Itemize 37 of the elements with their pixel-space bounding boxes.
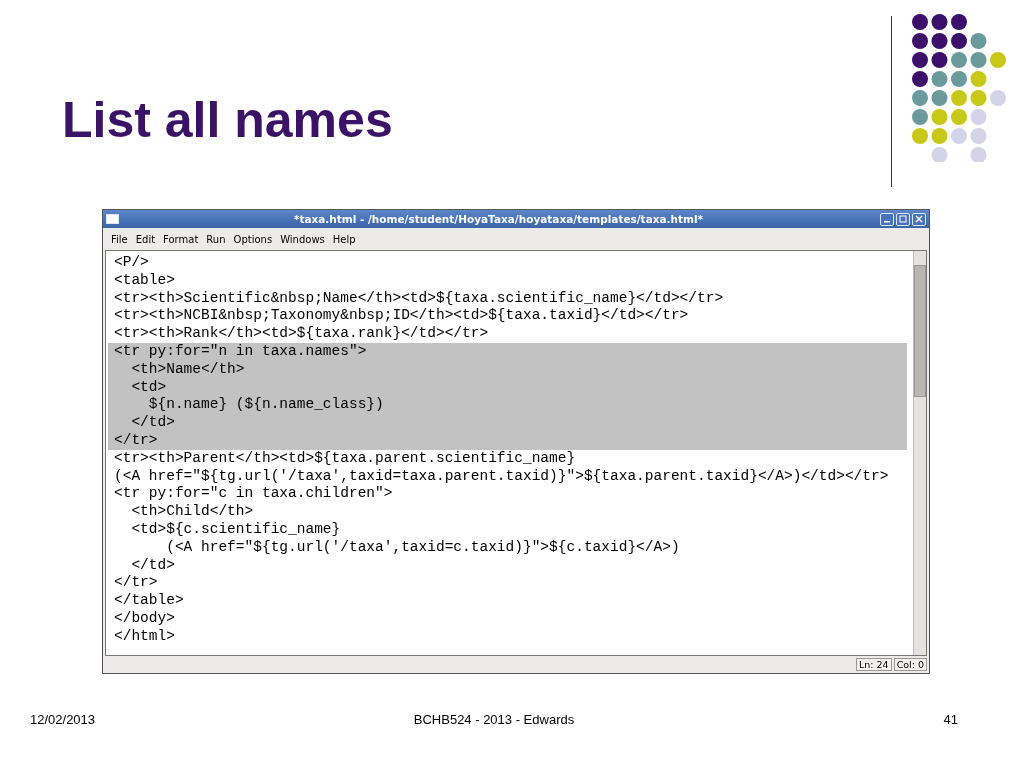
- maximize-button[interactable]: [896, 212, 910, 226]
- code-line: </table>: [113, 592, 185, 610]
- code-line: <tr><th>Parent</th><td>${taxa.parent.scientific_name}: [113, 449, 577, 468]
- code-line: <tr py:for="c in taxa.children">: [113, 485, 394, 504]
- code-line: <th>Child</th>: [130, 503, 255, 521]
- slide-title: List all names: [62, 91, 394, 150]
- close-button[interactable]: [912, 212, 926, 226]
- menu-item[interactable]: Edit: [131, 233, 160, 245]
- menu-item[interactable]: File: [107, 233, 132, 245]
- menu-item[interactable]: Options: [229, 233, 277, 245]
- slide-date: 12/02/2013: [30, 712, 97, 727]
- code-line: </body>: [113, 609, 176, 628]
- maximize-icon: [899, 215, 907, 223]
- code-line: <table>: [113, 271, 176, 290]
- code-line: (<A href="${tg.url('/taxa',taxid=c.taxid)}">${c.taxid}</A>): [165, 538, 681, 557]
- menu-item[interactable]: Run: [202, 233, 230, 245]
- code-line: <tr><th>Scientific&nbsp;Name</th><td>${taxa.scientific_name}</td></tr>: [113, 289, 725, 308]
- slide-footer-text: BCHB524 - 2013 - Edwards: [412, 712, 576, 727]
- code-line: </tr>: [113, 574, 159, 593]
- scrollbar[interactable]: [913, 251, 926, 655]
- window-title: *taxa.html - /home/student/HoyaTaxa/hoyataxa/templates/taxa.html*: [292, 213, 705, 225]
- code-line: <tr><th>NCBI&nbsp;Taxonomy&nbsp;ID</th><td>${taxa.taxid}</td></tr>: [113, 307, 690, 326]
- column-indicator: Col: 0: [893, 658, 927, 671]
- menu-item[interactable]: Windows: [276, 233, 329, 245]
- menu-item[interactable]: Help: [328, 233, 360, 245]
- close-icon: [915, 215, 923, 223]
- code-line: (<A href="${tg.url('/taxa',taxid=taxa.parent.taxid)}">${taxa.parent.taxid}</A>)</td></tr>: [113, 467, 890, 486]
- line-indicator: Ln: 24: [856, 658, 892, 671]
- menu-item[interactable]: Format: [159, 233, 203, 245]
- code-line: <tr><th>Rank</th><td>${taxa.rank}</td></tr>: [113, 325, 490, 343]
- slide-number: 41: [942, 712, 958, 727]
- code-line: <td>${c.scientific_name}: [130, 520, 342, 539]
- code-line: </html>: [113, 627, 176, 646]
- code-line: </td>: [130, 556, 176, 575]
- minimize-button[interactable]: [880, 212, 894, 226]
- scroll-thumb[interactable]: [914, 265, 926, 397]
- code-line: <P/>: [113, 254, 150, 272]
